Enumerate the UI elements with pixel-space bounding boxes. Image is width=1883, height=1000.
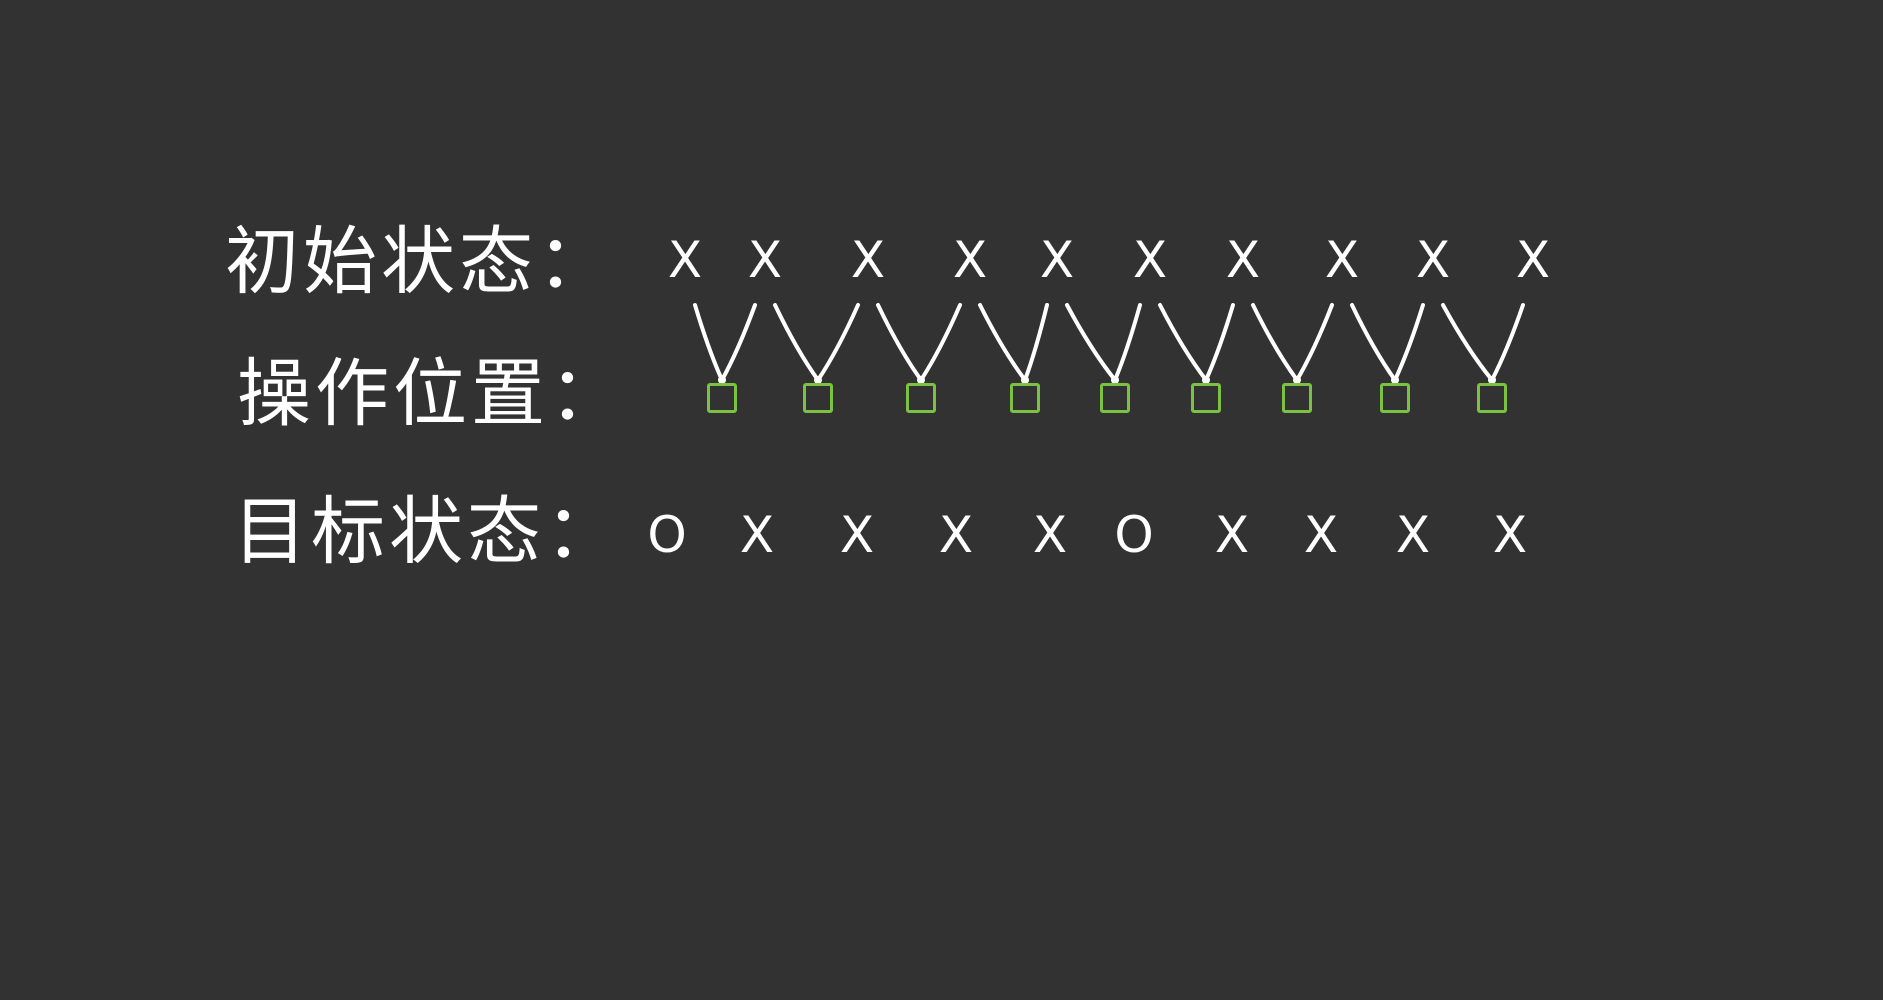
target-state-symbol: O	[647, 506, 687, 564]
connector-stroke	[1393, 303, 1425, 382]
connector-stroke	[1065, 303, 1117, 382]
initial-state-symbol: X	[1132, 231, 1168, 289]
connector-stroke	[816, 303, 860, 382]
connector-stroke	[773, 303, 820, 382]
initial-state-symbol: X	[1225, 231, 1261, 289]
target-state-symbol: X	[1492, 506, 1528, 564]
target-state-symbol: X	[1395, 506, 1431, 564]
connector-stroke	[978, 303, 1027, 382]
target-state-symbol: X	[839, 506, 875, 564]
connector-stroke	[1113, 303, 1142, 382]
initial-state-symbol: X	[850, 231, 886, 289]
connector-stroke	[693, 303, 724, 382]
connector-stroke	[919, 303, 962, 382]
initial-state-symbol: X	[1515, 231, 1551, 289]
target-state-symbol: X	[1214, 506, 1250, 564]
operation-box	[1282, 383, 1312, 413]
target-state-symbol: X	[739, 506, 775, 564]
target-state-symbol: X	[1032, 506, 1068, 564]
target-state-symbol: X	[938, 506, 974, 564]
target-state-symbol: X	[1303, 506, 1339, 564]
initial-state-symbol: X	[1324, 231, 1360, 289]
connector-stroke	[1204, 303, 1235, 382]
connector-stroke	[1251, 303, 1299, 382]
connection-lines	[693, 303, 1525, 384]
connector-stroke	[1023, 303, 1049, 382]
initial-state-symbol: X	[952, 231, 988, 289]
operation-box	[803, 383, 833, 413]
connector-stroke	[1158, 303, 1208, 382]
target-state-symbol: O	[1114, 506, 1154, 564]
operation-box	[1100, 383, 1130, 413]
connector-stroke	[1490, 303, 1525, 382]
connector-stroke	[720, 303, 757, 382]
operation-box	[1191, 383, 1221, 413]
operation-box	[707, 383, 737, 413]
connector-stroke	[1350, 303, 1397, 382]
initial-state-symbol: X	[667, 231, 703, 289]
operation-box	[1380, 383, 1410, 413]
initial-state-symbol: X	[747, 231, 783, 289]
connector-stroke	[876, 303, 923, 382]
operation-box	[906, 383, 936, 413]
operation-box	[1010, 383, 1040, 413]
operation-box	[1477, 383, 1507, 413]
initial-state-symbol: X	[1039, 231, 1075, 289]
initial-state-symbol: X	[1415, 231, 1451, 289]
connector-stroke	[1295, 303, 1334, 382]
connector-stroke	[1441, 303, 1494, 382]
